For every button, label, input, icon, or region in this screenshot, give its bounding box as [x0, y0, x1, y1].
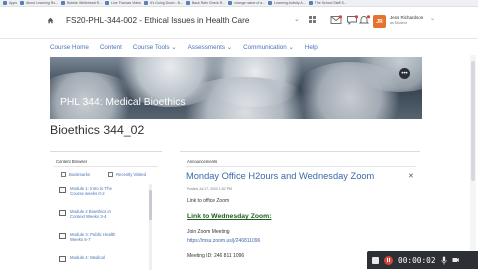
bookmark-item[interactable]: The School Staff S... — [308, 1, 347, 5]
bookmark-item[interactable]: Bobbie Whitehead R... — [61, 1, 102, 5]
folder-icon — [59, 233, 66, 239]
folder-icon — [59, 256, 66, 262]
history-icon — [108, 172, 113, 177]
close-icon[interactable]: ✕ — [408, 172, 414, 180]
course-banner: PHL 344: Medical Bioethics ••• — [50, 57, 422, 119]
recently-visited-link[interactable]: Recently Visited — [108, 172, 146, 177]
recording-timer: 00:00:02 — [398, 255, 436, 265]
nav-course-home[interactable]: Course Home — [50, 44, 89, 51]
nav-assessments[interactable]: Assessments ⌄ — [188, 44, 232, 51]
bookmark-favicon-icon — [19, 1, 24, 5]
announcement-date: Posted Jul 17, 2020 1:52 PM — [187, 187, 232, 191]
course-navbar: Course Home Content Course Tools ⌄ Asses… — [0, 40, 478, 54]
folder-icon — [59, 210, 66, 216]
bookmark-favicon-icon — [61, 1, 66, 5]
content-browser-scrollbar[interactable] — [149, 184, 152, 270]
announcements-label: Announcements — [187, 159, 218, 164]
content-browser-widget: Content Browser Bookmarks Recently Visit… — [50, 151, 162, 270]
announcement-text: Link to office Zoom — [187, 198, 230, 204]
page-scrollbar[interactable] — [470, 55, 476, 269]
list-item[interactable]: Module 3: Public Health Weeks 5-7 — [59, 232, 115, 242]
user-menu-chevron-icon[interactable]: ⌄ — [430, 15, 435, 22]
screen-recorder-toolbar: 00:00:02 — [367, 251, 478, 269]
bookmark-icon — [61, 172, 66, 177]
scrollbar-thumb[interactable] — [471, 61, 475, 181]
wednesday-zoom-link[interactable]: Link to Wednesday Zoom: — [187, 213, 271, 220]
scrollbar-thumb[interactable] — [149, 190, 152, 220]
content-browser-title: Content Browser — [56, 159, 88, 164]
folder-icon — [59, 187, 66, 193]
bookmark-favicon-icon — [185, 1, 190, 5]
bookmark-favicon-icon — [228, 1, 233, 5]
zoom-meeting-label: Join Zoom Meeting — [187, 229, 230, 235]
bookmarks-bar: Apps About Learning Ro... Bobbie Whitehe… — [0, 0, 478, 7]
zoom-meeting-link[interactable]: https://msu.zoom.us/j/246811096 — [187, 238, 260, 244]
list-item[interactable]: Module 2 Bioethics in Context Weeks 3-4 — [59, 209, 111, 219]
nav-communication[interactable]: Communication ⌄ — [243, 44, 294, 51]
divider — [186, 166, 416, 167]
course-title[interactable]: FS20-PHL-344-002 - Ethical Issues in Hea… — [66, 16, 249, 25]
pause-icon[interactable] — [384, 255, 393, 265]
bookmark-item[interactable]: It's Going Down - B... — [143, 1, 183, 5]
bookmark-favicon-icon — [143, 1, 148, 5]
list-item[interactable]: Module 4: Medical — [59, 255, 105, 262]
bookmark-item[interactable]: change name of a... — [228, 1, 265, 5]
course-switch-icon[interactable] — [308, 15, 320, 25]
microphone-icon[interactable] — [441, 256, 447, 265]
list-item[interactable]: Module 1: Intro to The Course weeks 0-2 — [59, 186, 112, 196]
camera-icon[interactable] — [452, 256, 459, 264]
notifications-icon[interactable] — [358, 15, 370, 25]
course-banner-title: PHL 344: Medical Bioethics — [60, 97, 186, 108]
bookmark-favicon-icon — [105, 1, 110, 5]
meeting-id: Meeting ID: 246 811 1096 — [187, 253, 245, 259]
stop-icon[interactable] — [372, 256, 379, 264]
page-title: Bioethics 344_02 — [50, 123, 145, 137]
bookmark-item[interactable]: Live Thomas Video — [105, 1, 141, 5]
bookmark-item[interactable]: Back Rain Check R... — [185, 1, 225, 5]
apps-icon — [3, 1, 7, 5]
bookmark-item[interactable]: Apps — [3, 1, 17, 5]
nav-content[interactable]: Content — [100, 44, 122, 51]
avatar[interactable]: JR — [373, 15, 386, 28]
more-options-icon[interactable]: ••• — [399, 68, 410, 79]
bookmark-item[interactable]: Learning Activity A... — [268, 1, 306, 5]
user-role: as Student — [390, 21, 407, 25]
messages-icon[interactable] — [330, 15, 342, 25]
bookmark-favicon-icon — [308, 1, 313, 5]
user-name[interactable]: Jess Richardson — [390, 15, 423, 20]
bookmark-favicon-icon — [268, 1, 273, 5]
bookmark-item[interactable]: About Learning Ro... — [19, 1, 58, 5]
divider — [54, 166, 158, 167]
course-selector-icon[interactable]: ⌄ — [294, 15, 302, 23]
bookmarks-link[interactable]: Bookmarks — [61, 172, 90, 177]
nav-course-tools[interactable]: Course Tools ⌄ — [133, 44, 177, 51]
announcement-title[interactable]: Monday Office H2ours and Wednesday Zoom — [186, 171, 374, 181]
nav-help[interactable]: Help — [305, 44, 318, 51]
home-icon[interactable] — [47, 17, 54, 24]
chat-icon[interactable] — [346, 15, 358, 25]
